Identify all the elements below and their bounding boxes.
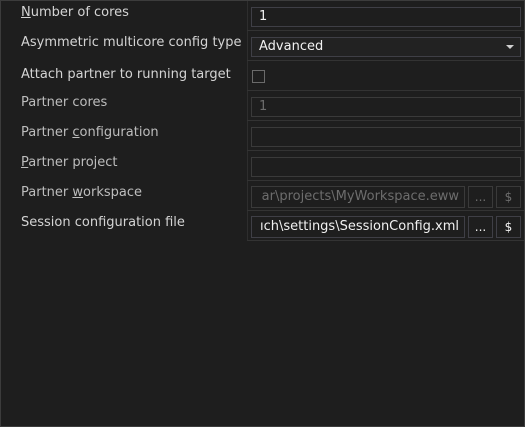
row-separator (247, 120, 524, 121)
asymmetric-config-dropdown[interactable]: Advanced (251, 37, 521, 57)
column-divider (247, 1, 248, 241)
row-separator (247, 60, 524, 61)
partner-configuration-field[interactable] (251, 127, 521, 147)
row-separator (247, 90, 524, 91)
partner-workspace-browse-button[interactable]: ... (468, 186, 493, 208)
number-of-cores-label: Number of cores (21, 5, 129, 20)
partner-project-field[interactable] (251, 157, 521, 177)
asymmetric-config-label: Asymmetric multicore config type (21, 35, 242, 50)
partner-configuration-label: Partner configuration (21, 125, 159, 140)
partner-project-label: Partner project (21, 155, 118, 170)
number-of-cores-field[interactable]: 1 (251, 7, 521, 27)
partner-workspace-macro-button[interactable]: $ (496, 186, 521, 208)
partner-workspace-label: Partner workspace (21, 185, 142, 200)
partner-cores-field[interactable]: 1 (251, 97, 521, 117)
row-separator (247, 30, 524, 31)
session-config-label: Session configuration file (21, 215, 185, 230)
chevron-down-icon (506, 45, 514, 49)
properties-panel: Number of cores 1 Asymmetric multicore c… (0, 0, 525, 427)
session-config-field[interactable]: ıch\settings\SessionConfig.xml (251, 216, 465, 238)
row-separator (247, 240, 524, 241)
session-config-browse-button[interactable]: ... (468, 216, 493, 238)
row-separator (247, 210, 524, 211)
session-config-macro-button[interactable]: $ (496, 216, 521, 238)
asymmetric-config-value: Advanced (259, 39, 324, 54)
row-separator (247, 150, 524, 151)
partner-workspace-field[interactable]: ar\projects\MyWorkspace.eww (251, 186, 465, 208)
attach-partner-checkbox[interactable] (252, 70, 265, 83)
row-separator (247, 180, 524, 181)
partner-cores-label: Partner cores (21, 95, 108, 110)
attach-partner-label: Attach partner to running target (21, 67, 231, 82)
